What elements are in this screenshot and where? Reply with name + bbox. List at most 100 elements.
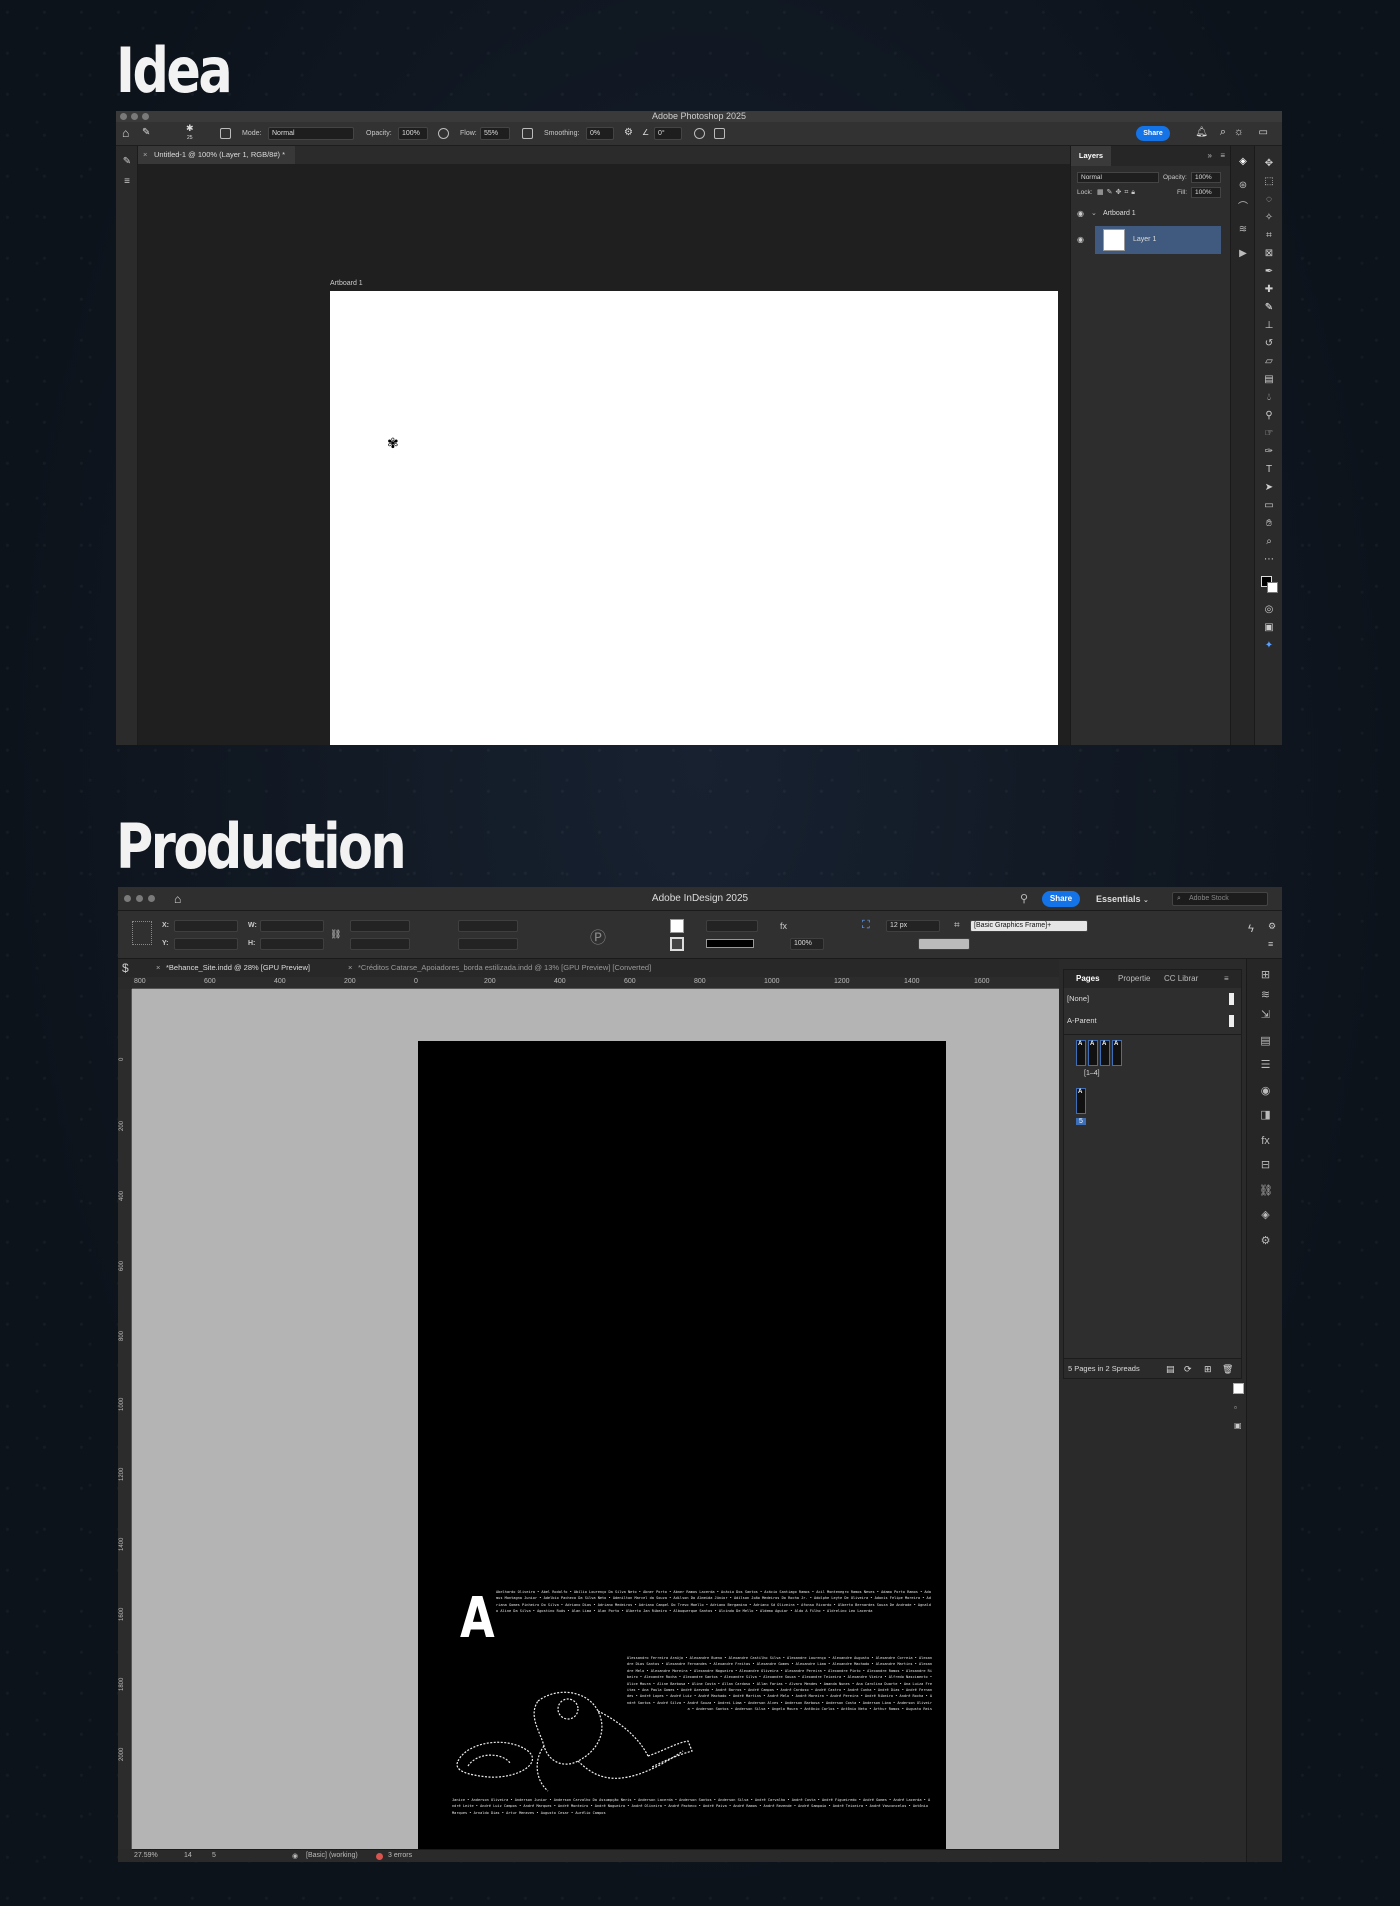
id-tab-behance[interactable]: × *Behance_Site.indd @ 28% [GPU Preview] — [154, 959, 310, 977]
hand-tool-icon[interactable]: ✋︎ — [1263, 518, 1275, 530]
marquee-tool-icon[interactable]: ⬚ — [1263, 176, 1275, 188]
artboard[interactable]: ✾ — [330, 291, 1058, 745]
preflight-profile[interactable]: [Basic] (working) — [306, 1852, 358, 1859]
pressure-opacity-icon[interactable] — [438, 128, 449, 139]
color-icon[interactable]: ◨ — [1259, 1109, 1272, 1122]
apply-color-icon[interactable]: ▫ — [1234, 1403, 1237, 1412]
brush-tool-icon-active[interactable]: ✎ — [1263, 302, 1275, 314]
stroke-px-field[interactable]: 12 px — [886, 920, 940, 932]
layers-tab[interactable]: Layers — [1071, 146, 1111, 166]
close-tab-icon[interactable]: × — [143, 146, 147, 164]
flow-field[interactable]: 55% — [480, 127, 510, 140]
page-size-icon[interactable]: ▤ — [1166, 1359, 1175, 1379]
history-brush-tool-icon[interactable]: ↺ — [1263, 338, 1275, 350]
layers-dock-icon[interactable]: ◈ — [1237, 156, 1249, 168]
id-lightbulb-icon[interactable]: ⚲ — [1020, 892, 1028, 905]
magic-wand-tool-icon[interactable]: ✧ — [1263, 212, 1275, 224]
page-thumbnail-3[interactable] — [1100, 1040, 1110, 1066]
layer-row-artboard[interactable]: ◉ ⌄ Artboard 1 — [1071, 203, 1221, 225]
y-field[interactable] — [174, 938, 238, 950]
healing-brush-tool-icon[interactable]: ✚ — [1263, 284, 1275, 296]
opacity-percent-field[interactable]: 100% — [790, 938, 824, 950]
preflight-errors[interactable]: 3 errors — [388, 1852, 412, 1859]
effects-icon[interactable]: fx — [780, 921, 787, 931]
lasso-tool-icon[interactable]: ◌ — [1263, 194, 1275, 206]
more-tools-icon[interactable]: ⋯ — [1263, 554, 1275, 566]
ps-canvas-area[interactable]: Artboard 1 ✾ — [138, 164, 1070, 745]
share-button[interactable]: Share — [1136, 126, 1170, 141]
gradient-tool-icon[interactable]: ▤ — [1263, 374, 1275, 386]
eraser-tool-icon[interactable]: ▱ — [1263, 356, 1275, 368]
gift-icon[interactable]: ⊞ — [1259, 969, 1272, 982]
chevron-down-icon[interactable]: ⌄ — [1091, 203, 1097, 225]
scale-x-field[interactable] — [350, 920, 410, 932]
background-color-swatch[interactable] — [1267, 582, 1278, 593]
dollar-tool-icon[interactable]: $ — [122, 961, 129, 975]
object-style-select[interactable]: [Basic Graphics Frame]+ — [970, 920, 1088, 932]
ps-document-tab[interactable]: × Untitled-1 @ 100% (Layer 1, RGB/8#) * — [138, 146, 296, 164]
adobe-stock-search[interactable]: ⌕ Adobe Stock — [1172, 892, 1268, 906]
workspace-switcher[interactable]: Essentials ⌄ — [1096, 887, 1149, 913]
home-icon[interactable]: ⌂ — [122, 126, 129, 140]
align-icon[interactable]: ⊟ — [1259, 1159, 1272, 1172]
document-page[interactable]: A Abelhardo Oliveira • Abel Rodolfo • Ab… — [418, 1041, 946, 1849]
stroke-weight-select[interactable] — [706, 920, 758, 932]
control-gear-icon[interactable]: ⚙ — [1268, 921, 1276, 932]
page-thumbnail-4[interactable] — [1112, 1040, 1122, 1066]
channels-dock-icon[interactable]: ⊛ — [1237, 180, 1249, 192]
fill-swatch-icon[interactable] — [670, 919, 684, 933]
path-selection-tool-icon[interactable]: ➤ — [1263, 482, 1275, 494]
scale-y-field[interactable] — [350, 938, 410, 950]
cc-libraries-icon[interactable]: ▤ — [1259, 1035, 1272, 1048]
symmetry-icon[interactable] — [714, 128, 725, 139]
x-field[interactable] — [174, 920, 238, 932]
rectangle-tool-icon[interactable]: ▭ — [1263, 500, 1275, 512]
search-icon[interactable]: ⌕ — [1220, 126, 1226, 139]
reference-point-icon[interactable] — [132, 921, 152, 945]
brush-settings-icon[interactable] — [220, 128, 231, 139]
layers-icon[interactable]: ◈ — [1259, 1209, 1272, 1222]
move-tool-icon[interactable]: ✥ — [1263, 158, 1275, 170]
text-frame-icon[interactable]: Ⓟ — [590, 924, 606, 948]
smudge-tool-icon[interactable]: ☞ — [1263, 428, 1275, 440]
swatches-icon[interactable]: ◉ — [1259, 1085, 1272, 1098]
close-tab-icon[interactable]: × — [156, 959, 160, 977]
stroke-type-select[interactable] — [706, 939, 754, 948]
id-share-button[interactable]: Share — [1042, 891, 1080, 907]
pasteboard[interactable]: A Abelhardo Oliveira • Abel Rodolfo • Ab… — [132, 989, 1059, 1849]
lightning-icon[interactable]: ϟ — [1248, 923, 1254, 935]
panel-menu-icon[interactable]: ≡ — [1220, 151, 1225, 160]
text-wrap-icon[interactable]: ☰ — [1259, 1059, 1272, 1072]
export-icon[interactable]: ⇲ — [1259, 1009, 1272, 1022]
opacity-field[interactable]: 100% — [398, 127, 428, 140]
mode-select[interactable]: Normal — [268, 127, 354, 140]
blur-tool-icon[interactable]: 💧︎ — [1263, 392, 1275, 404]
panel-menu-icon[interactable]: ≡ — [1224, 974, 1229, 983]
frame-tool-icon[interactable]: ⊠ — [1263, 248, 1275, 260]
layer-blend-mode-select[interactable]: Normal — [1077, 172, 1159, 183]
page-thumbnail-5[interactable] — [1076, 1088, 1086, 1114]
adjustments-dock-icon[interactable]: ≋ — [1237, 224, 1249, 236]
shear-field[interactable] — [458, 938, 518, 950]
auto-fit-icon[interactable]: ⌗ — [954, 920, 960, 931]
w-field[interactable] — [260, 920, 324, 932]
close-tab-icon[interactable]: × — [348, 959, 352, 977]
id-tab-creditos[interactable]: × *Créditos Catarse_Apoiadores_borda est… — [346, 959, 651, 977]
sliders-icon[interactable]: ≡ — [121, 176, 133, 188]
page-thumbnail-1[interactable] — [1076, 1040, 1086, 1066]
pressure-size-icon[interactable] — [694, 128, 705, 139]
constrain-link-icon[interactable]: ⛓ — [330, 929, 341, 940]
layer1-visibility-eye-icon[interactable]: ◉ — [1077, 235, 1084, 244]
zoom-tool-icon[interactable]: ⌕ — [1263, 536, 1275, 548]
brush-preset-icon[interactable]: ✱ — [186, 123, 194, 134]
zoom-level[interactable]: 27.59% — [134, 1852, 158, 1859]
actions-play-icon[interactable]: ▶ — [1237, 248, 1249, 260]
fx-effects-icon[interactable]: fx — [1259, 1135, 1272, 1148]
screen-mode-icon[interactable]: ▣ — [1263, 622, 1275, 634]
eyedropper-tool-icon[interactable]: ✒ — [1263, 266, 1275, 278]
generative-fill-icon[interactable]: ✦ — [1263, 640, 1275, 652]
rotation-field[interactable] — [458, 920, 518, 932]
clone-stamp-tool-icon[interactable]: ⊥ — [1263, 320, 1275, 332]
bell-icon[interactable]: 🔔︎ — [1195, 127, 1208, 138]
pages-tab[interactable]: Pages — [1076, 974, 1100, 983]
